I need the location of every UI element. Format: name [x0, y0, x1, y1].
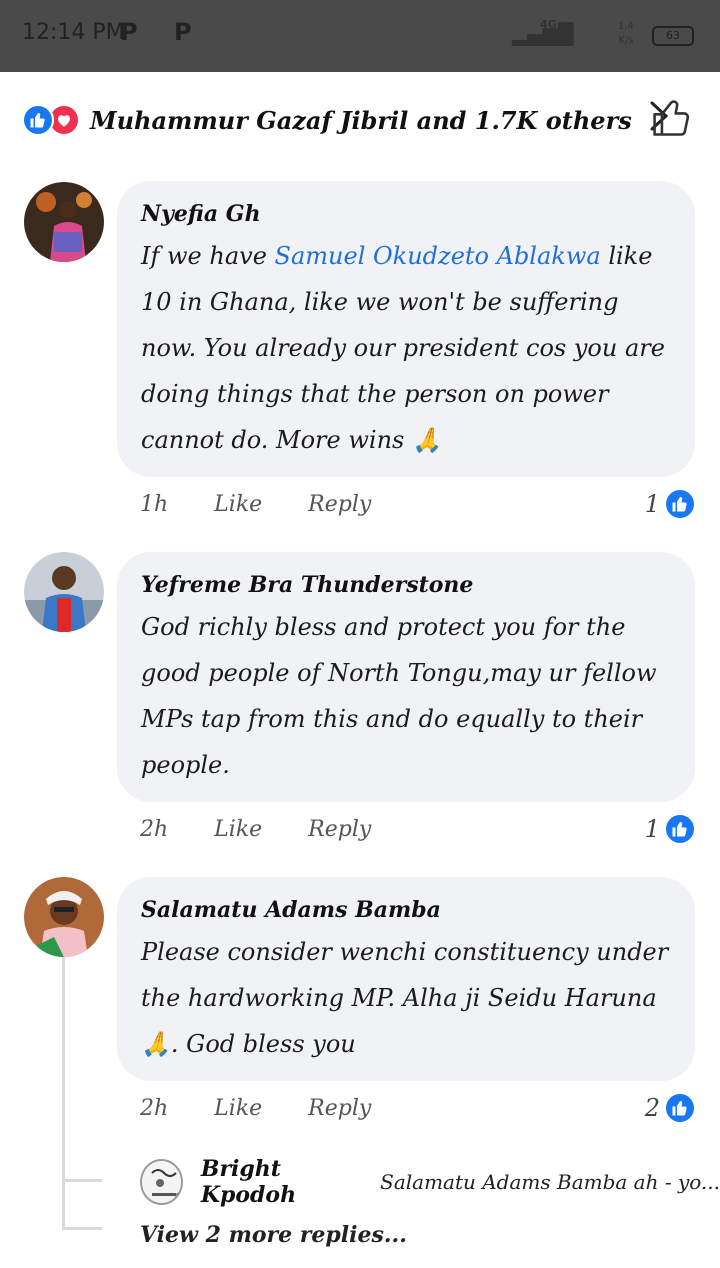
- comment-like-count[interactable]: 1: [645, 813, 696, 845]
- reply-button[interactable]: Reply: [308, 492, 371, 517]
- status-bar: 12:14 PM P P ▂▄▆█ 4G 1.4 K/s 63: [0, 0, 720, 72]
- notification-icons: P P: [120, 18, 206, 46]
- comment-like-count[interactable]: 1: [645, 488, 696, 520]
- reply-text: Salamatu Adams Bamba ah - yo...: [380, 1170, 720, 1194]
- reply-button[interactable]: Reply: [308, 1096, 371, 1121]
- avatar[interactable]: [24, 877, 104, 957]
- battery-icon: 63: [652, 26, 694, 46]
- reply-preview[interactable]: Bright Kpodoh Salamatu Adams Bamba ah - …: [140, 1156, 720, 1208]
- reactions-summary[interactable]: Muhammur Gazaf Jibril and 1.7K others: [22, 100, 702, 140]
- comment-text: If we have Samuel Okudzeto Ablakwa like …: [141, 242, 665, 454]
- comment-bubble[interactable]: Yefreme Bra Thunderstone God richly bles…: [117, 552, 695, 802]
- comment-actions: 1h Like Reply: [140, 492, 417, 517]
- avatar[interactable]: [140, 1159, 183, 1205]
- like-reaction-icon: [664, 488, 696, 520]
- comment-bubble[interactable]: Salamatu Adams Bamba Please consider wen…: [117, 877, 695, 1081]
- network-type: 4G: [540, 18, 557, 31]
- avatar[interactable]: [24, 552, 104, 632]
- comment-actions: 2h Like Reply: [140, 817, 417, 842]
- thread-connector: [62, 1227, 102, 1230]
- comment-author[interactable]: Yefreme Bra Thunderstone: [141, 572, 671, 598]
- avatar[interactable]: [24, 182, 104, 262]
- like-button[interactable]: Like: [214, 1096, 262, 1121]
- comment-time: 2h: [140, 817, 169, 842]
- like-button[interactable]: Like: [214, 492, 262, 517]
- reply-button[interactable]: Reply: [308, 817, 371, 842]
- thread-connector: [62, 1179, 102, 1182]
- comment-bubble[interactable]: Nyefia Gh If we have Samuel Okudzeto Abl…: [117, 181, 695, 477]
- status-time: 12:14 PM: [22, 20, 125, 45]
- reply-author[interactable]: Bright Kpodoh: [201, 1156, 370, 1208]
- network-speed: 1.4 K/s: [618, 21, 634, 46]
- like-reaction-icon: [664, 1092, 696, 1124]
- reaction-names: Muhammur Gazaf Jibril and 1.7K others: [90, 105, 632, 135]
- like-button[interactable]: Like: [214, 817, 262, 842]
- comment-author[interactable]: Salamatu Adams Bamba: [141, 897, 671, 923]
- like-reaction-icon: [664, 813, 696, 845]
- like-outline-icon[interactable]: [650, 96, 694, 144]
- comment-time: 1h: [140, 492, 169, 517]
- view-more-replies-link[interactable]: View 2 more replies...: [140, 1222, 407, 1248]
- mention-link[interactable]: Samuel Okudzeto Ablakwa: [275, 242, 601, 270]
- comment-text: God richly bless and protect you for the…: [141, 613, 657, 779]
- like-reaction-icon: [22, 104, 54, 136]
- comment-time: 2h: [140, 1096, 169, 1121]
- comment-author[interactable]: Nyefia Gh: [141, 201, 671, 227]
- comment-like-count[interactable]: 2: [645, 1092, 696, 1124]
- comment-actions: 2h Like Reply: [140, 1096, 417, 1121]
- comments-sheet: Muhammur Gazaf Jibril and 1.7K others Ny…: [0, 72, 720, 1268]
- thread-line: [62, 957, 65, 1227]
- comment-text: Please consider wenchi constituency unde…: [141, 938, 669, 1058]
